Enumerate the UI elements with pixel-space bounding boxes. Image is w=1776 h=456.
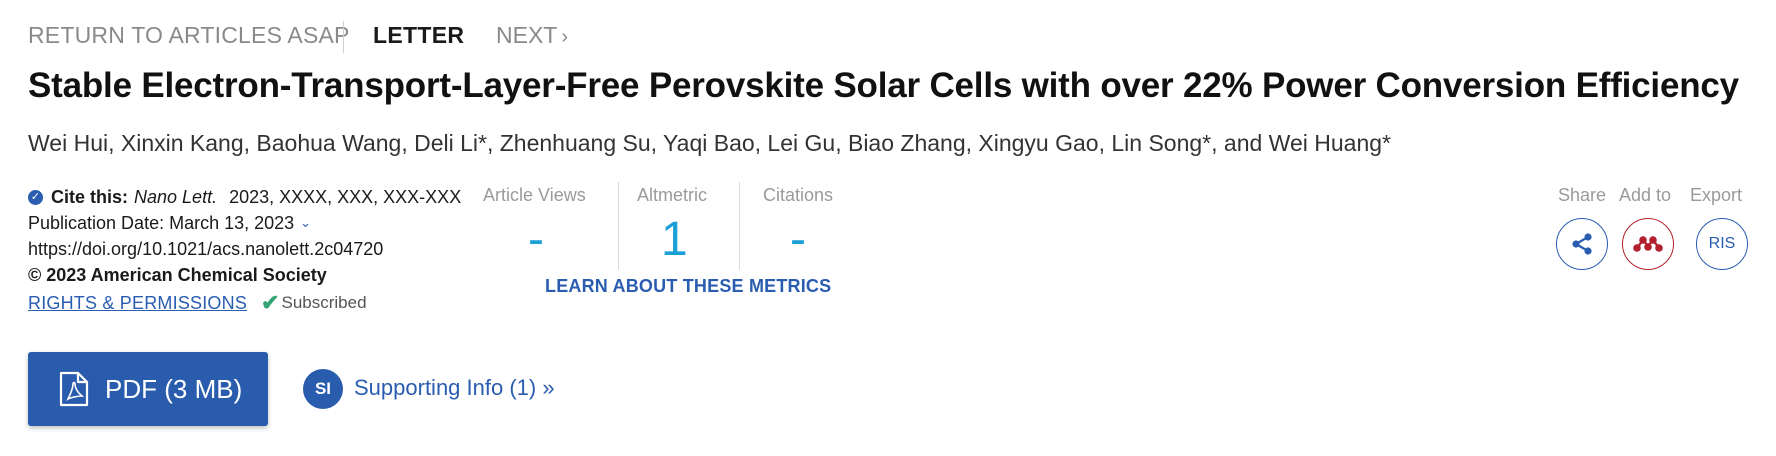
add-to-mendeley-button[interactable] (1622, 218, 1674, 270)
check-circle-icon: ✓ (28, 189, 43, 205)
checkmark-icon: ✔ (261, 290, 280, 315)
mendeley-icon (1633, 236, 1663, 252)
share-button[interactable] (1556, 218, 1608, 270)
next-article-link[interactable]: NEXT › (496, 22, 568, 49)
publication-date[interactable]: Publication Date: March 13, 2023 (28, 210, 294, 236)
supporting-info-link[interactable]: Supporting Info (1) » (354, 375, 555, 401)
doi-link[interactable]: https://doi.org/10.1021/acs.nanolett.2c0… (28, 236, 461, 262)
metric-divider (618, 182, 619, 270)
supporting-info-badge[interactable]: SI (303, 369, 343, 409)
citations-value: - (790, 213, 806, 266)
copyright: © 2023 American Chemical Society (28, 265, 327, 285)
pdf-download-button[interactable]: PDF (3 MB) (28, 352, 268, 426)
pdf-icon (59, 371, 89, 407)
learn-metrics-link[interactable]: LEARN ABOUT THESE METRICS (545, 276, 831, 297)
chevron-right-icon: › (561, 26, 569, 48)
metric-divider (739, 182, 740, 270)
article-views-label: Article Views (483, 185, 586, 205)
share-icon (1572, 233, 1592, 255)
next-label: NEXT (496, 22, 558, 48)
share-label: Share (1558, 185, 1607, 205)
author-list[interactable]: Wei Hui, Xinxin Kang, Baohua Wang, Deli … (28, 130, 1391, 157)
altmetric-label: Altmetric (637, 185, 708, 205)
export-ris-button[interactable]: RIS (1696, 218, 1748, 270)
pdf-label: PDF (3 MB) (105, 373, 243, 404)
citation-ref: 2023, XXXX, XXX, XXX-XXX (229, 187, 462, 207)
article-type-label: LETTER (373, 22, 465, 48)
return-to-articles-link[interactable]: RETURN TO ARTICLES ASAP (28, 22, 350, 49)
subscribed-status: Subscribed (281, 293, 367, 312)
add-to-label: Add to (1619, 185, 1672, 205)
journal-name: Nano Lett. (134, 187, 218, 207)
altmetric-value[interactable]: 1 (661, 212, 688, 267)
nav-divider (343, 21, 344, 53)
export-label: Export (1690, 185, 1743, 205)
citations-label: Citations (763, 185, 834, 205)
citation-block: ✓ Cite this: Nano Lett. 2023, XXXX, XXX,… (28, 184, 461, 316)
rights-permissions-link[interactable]: RIGHTS & PERMISSIONS (28, 290, 247, 316)
chevron-down-icon[interactable]: ⌄ (300, 210, 311, 236)
ris-label: RIS (1708, 235, 1736, 252)
article-views-value: - (528, 213, 544, 266)
cite-label[interactable]: Cite this: (51, 184, 128, 210)
article-title: Stable Electron-Transport-Layer-Free Per… (28, 66, 1739, 105)
